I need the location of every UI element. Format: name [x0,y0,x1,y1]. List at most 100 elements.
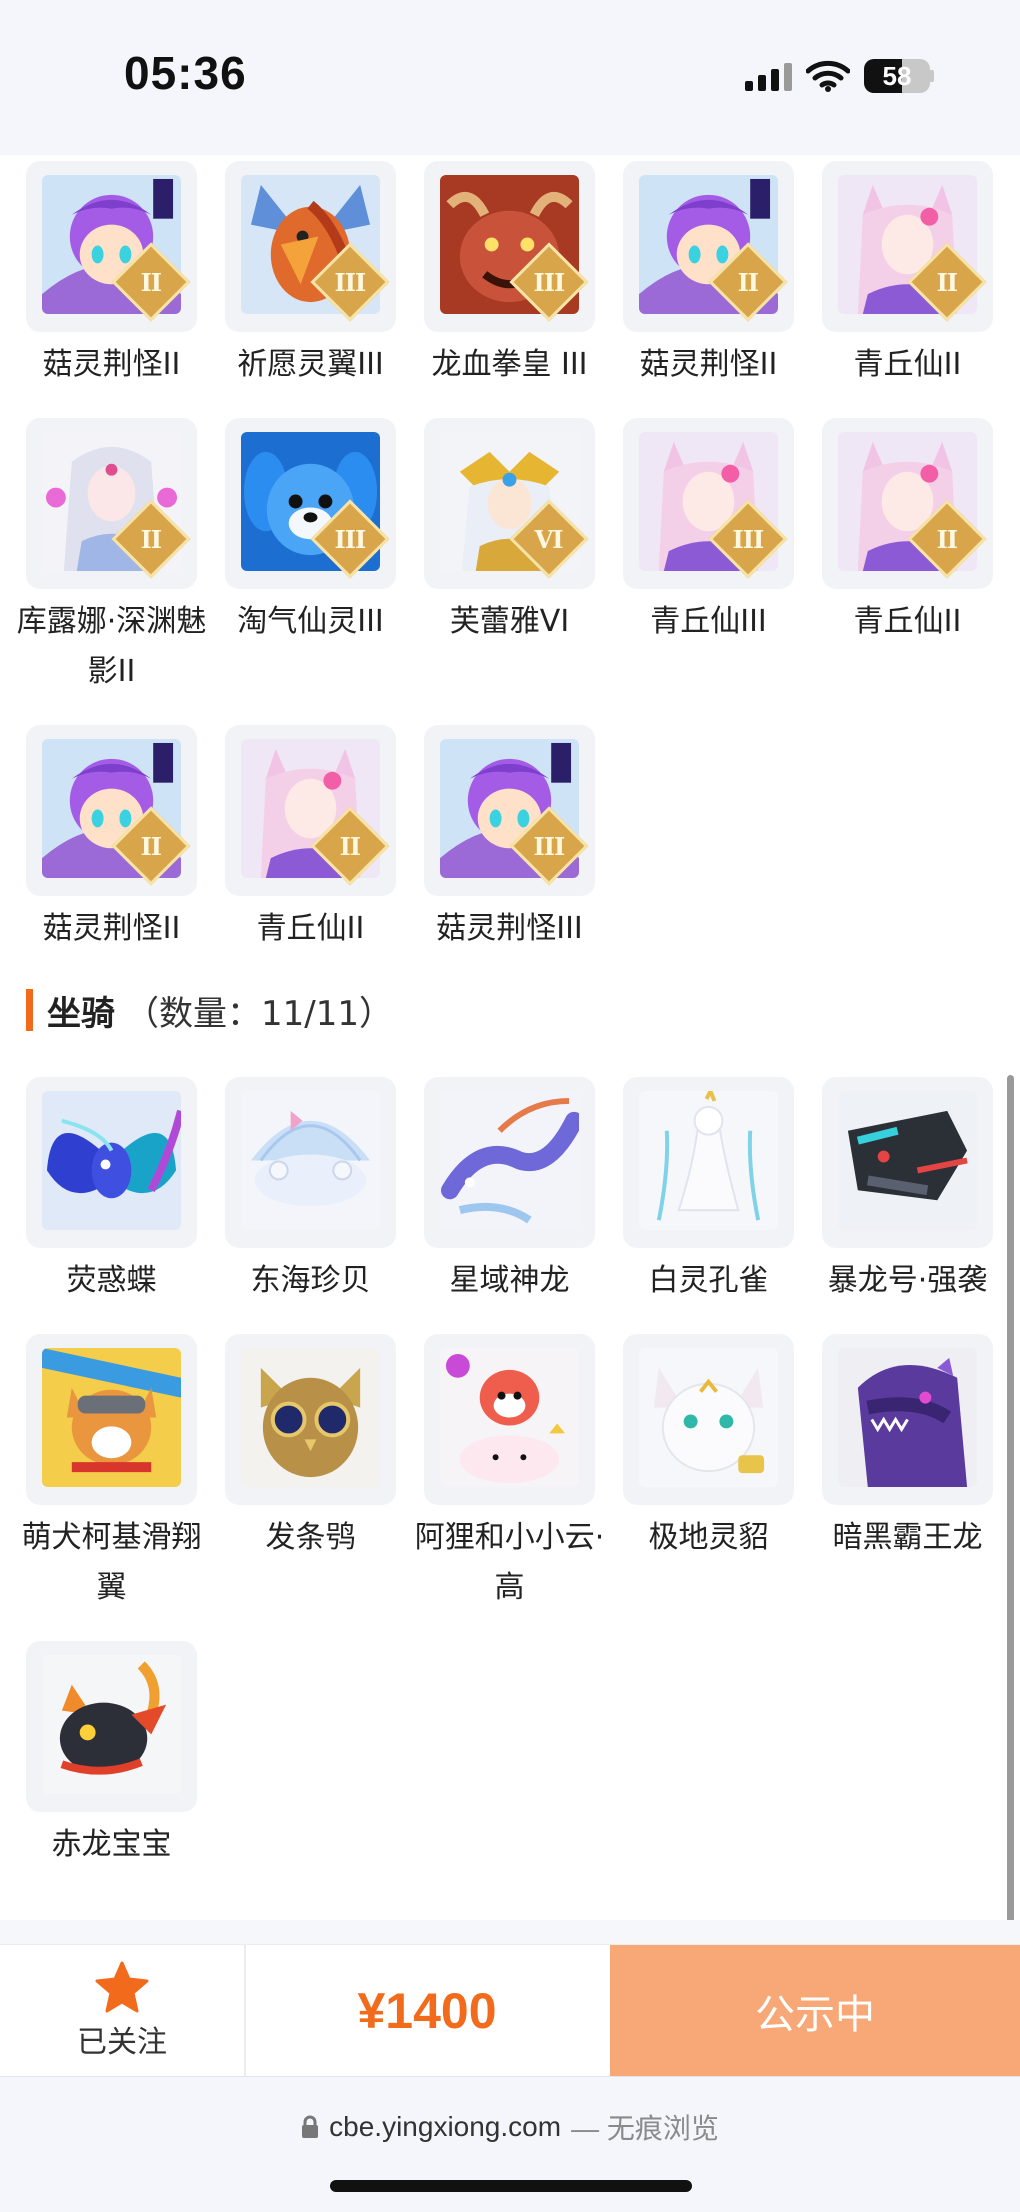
character-name: 祈愿灵翼III [237,347,384,382]
grade-badge-text: II [140,267,162,297]
browser-address-bar[interactable]: cbe.yingxiong.com — 无痕浏览 [0,2076,1020,2212]
character-name: 龙血拳皇 III [431,347,588,382]
mount-item[interactable]: 发条鸮 [225,1334,396,1613]
character-thumbnail[interactable]: II [822,161,993,332]
character-name: 淘气仙灵III [237,604,384,639]
character-item[interactable]: II 青丘仙II [822,418,993,697]
character-thumbnail[interactable]: II [26,161,197,332]
mount-item[interactable]: 极地灵貂 [623,1334,794,1613]
mount-thumbnail[interactable] [623,1334,794,1505]
character-thumbnail[interactable]: III [225,418,396,589]
character-name: 菇灵荆怪III [436,911,583,946]
url-row[interactable]: cbe.yingxiong.com — 无痕浏览 [0,2107,1020,2147]
status-bar: 05:36 58 [0,0,1020,155]
mount-name: 阿狸和小小云·高 [414,1520,605,1605]
mount-grid: 荧惑蝶 东海珍贝 星域神龙 白灵孔雀 暴龙号·强袭萌犬柯基滑翔翼 发条鸮 阿狸和小小云·高 极… [22,1077,993,1870]
mount-image [42,1348,181,1487]
mount-name: 白灵孔雀 [648,1263,769,1298]
grade-badge-text: III [533,831,565,861]
mount-item[interactable]: 白灵孔雀 [623,1077,794,1306]
mount-item[interactable]: 暗黑霸王龙 [822,1334,993,1613]
character-name: 菇灵荆怪II [42,347,181,382]
mount-item[interactable]: 荧惑蝶 [26,1077,197,1306]
grade-badge-text: VI [535,524,563,554]
url-text: cbe.yingxiong.com [329,2111,562,2142]
lock-icon [302,2115,319,2138]
mount-item[interactable]: 萌犬柯基滑翔翼 [22,1334,202,1613]
private-mode-label: — 无痕浏览 [571,2113,719,2144]
bottom-action-bar: 已关注 ¥1400 公示中 [0,1944,1020,2077]
character-name: 青丘仙II [256,911,365,946]
character-item[interactable]: III 龙血拳皇 III [424,161,595,390]
grade-badge-text: II [140,831,162,861]
follow-button[interactable]: 已关注 [0,1945,246,2077]
character-thumbnail[interactable]: III [424,161,595,332]
price: ¥1400 [357,1983,497,2039]
grade-badge-text: II [140,524,162,554]
character-name: 菇灵荆怪II [42,911,181,946]
character-item[interactable]: VI 芙蕾雅VI [424,418,595,697]
grade-badge-text: III [732,524,764,554]
character-name: 库露娜·深渊魅影II [16,604,207,689]
grade-badge-text: II [936,267,958,297]
mount-item[interactable]: 星域神龙 [424,1077,595,1306]
character-thumbnail[interactable]: II [225,725,396,896]
account-detail-content: II 菇灵荆怪II III 祈愿灵翼III III 龙血拳皇 III II 菇灵荆怪II II 青… [0,155,1020,1920]
section-title: 坐骑 [47,993,115,1034]
character-thumbnail[interactable]: II [822,418,993,589]
follow-label: 已关注 [77,2025,167,2060]
mount-thumbnail[interactable] [822,1334,993,1505]
character-name: 芙蕾雅VI [449,604,570,639]
character-thumbnail[interactable]: II [623,161,794,332]
grade-badge-text: II [936,524,958,554]
mount-thumbnail[interactable] [623,1077,794,1248]
character-thumbnail[interactable]: III [424,725,595,896]
mount-thumbnail[interactable] [26,1077,197,1248]
star-icon [95,1961,149,2013]
mount-item[interactable]: 暴龙号·强袭 [822,1077,993,1306]
mount-thumbnail[interactable] [424,1077,595,1248]
section-count: （数量：11/11） [125,993,393,1034]
home-indicator[interactable] [330,2180,692,2192]
character-item[interactable]: III 菇灵荆怪III [424,725,595,954]
battery-level: 58 [882,60,912,91]
character-thumbnail[interactable]: II [26,418,197,589]
mount-image [42,1091,181,1230]
mount-thumbnail[interactable] [225,1334,396,1505]
grade-badge-text: III [334,267,366,297]
mount-item[interactable]: 阿狸和小小云·高 [415,1334,604,1613]
status-icons: 58 [745,56,934,96]
character-thumbnail[interactable]: III [225,161,396,332]
character-item[interactable]: II 青丘仙II [225,725,396,954]
mount-item[interactable]: 赤龙宝宝 [26,1641,197,1870]
mount-item[interactable]: 东海珍贝 [225,1077,396,1306]
mount-thumbnail[interactable] [26,1641,197,1812]
mount-name: 东海珍贝 [250,1263,371,1298]
character-name: 青丘仙III [650,604,767,639]
grade-badge-text: III [533,267,565,297]
character-item[interactable]: II 库露娜·深渊魅影II [17,418,206,697]
character-item[interactable]: II 菇灵荆怪II [26,725,197,954]
character-thumbnail[interactable]: VI [424,418,595,589]
character-thumbnail[interactable]: II [26,725,197,896]
scrollbar[interactable] [1007,1075,1014,1920]
mount-thumbnail[interactable] [424,1334,595,1505]
mount-thumbnail[interactable] [26,1334,197,1505]
character-item[interactable]: II 菇灵荆怪II [623,161,794,390]
mount-image [639,1091,778,1230]
section-accent-bar [26,989,33,1031]
public-notice-button[interactable]: 公示中 [610,1945,1020,2077]
character-name: 青丘仙II [853,604,962,639]
character-item[interactable]: II 菇灵荆怪II [26,161,197,390]
character-item[interactable]: II 青丘仙II [822,161,993,390]
grade-badge-text: II [737,267,759,297]
mount-image [241,1091,380,1230]
mount-thumbnail[interactable] [822,1077,993,1248]
mount-name: 暗黑霸王龙 [832,1520,983,1555]
character-item[interactable]: III 青丘仙III [623,418,794,697]
character-item[interactable]: III 祈愿灵翼III [225,161,396,390]
character-thumbnail[interactable]: III [623,418,794,589]
signal-icon [745,61,792,91]
character-item[interactable]: III 淘气仙灵III [225,418,396,697]
mount-thumbnail[interactable] [225,1077,396,1248]
